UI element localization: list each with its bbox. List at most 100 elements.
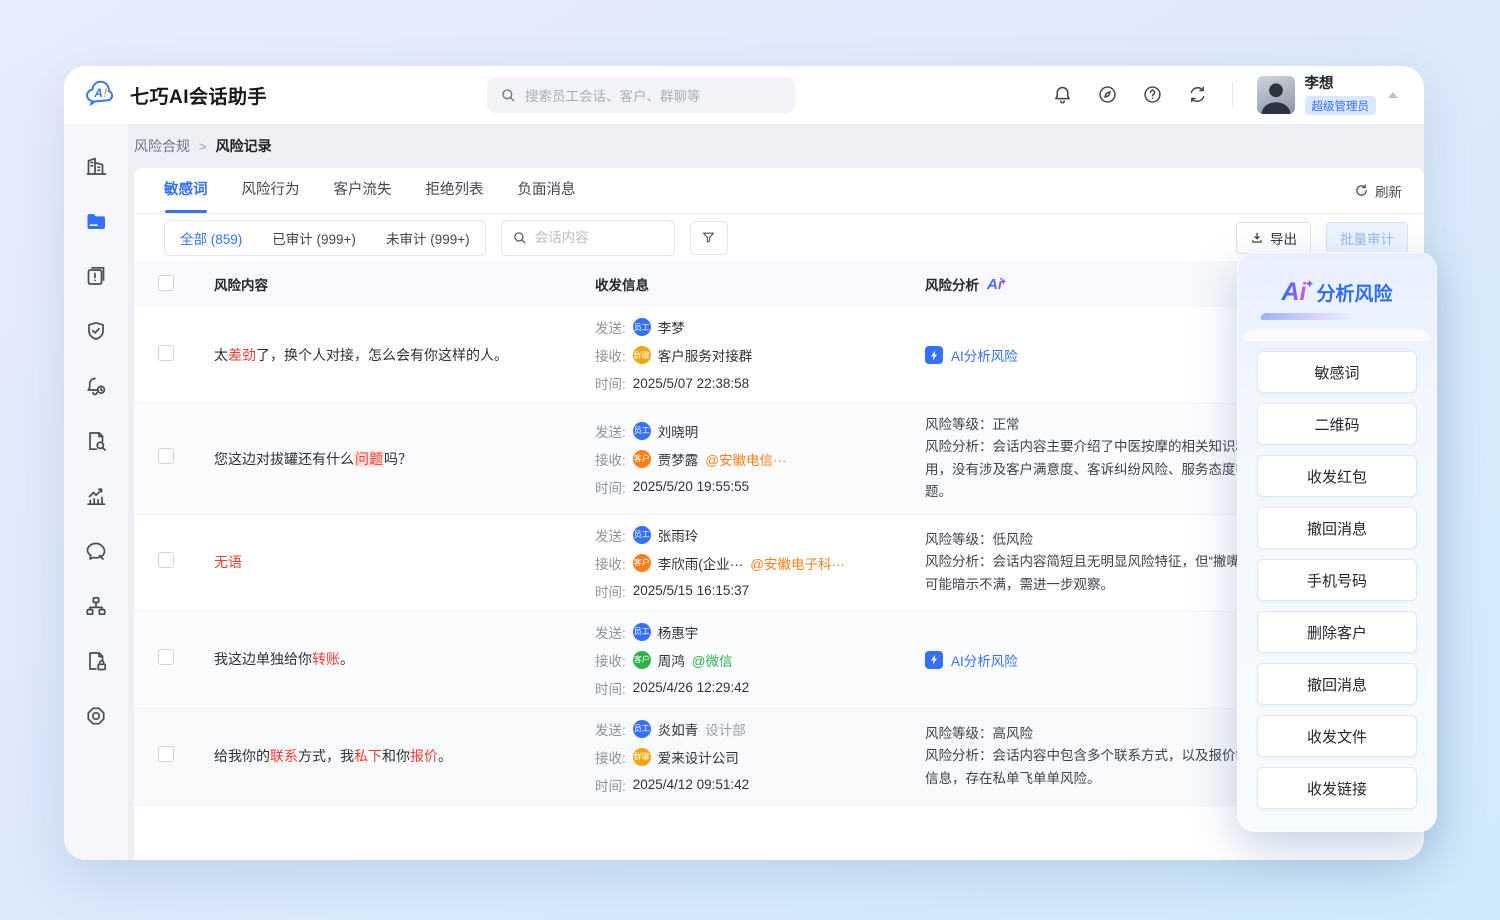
table-row[interactable]: 给我你的联系方式，我私下和你报价。 发送: 员工 炎如青设计部 接收: 群聊 爱… <box>134 709 1424 806</box>
table-row[interactable]: 您这边对拔罐还有什么问题吗？ 发送: 员工 刘晓明 接收: 客户 贾梦露@安徽电… <box>134 404 1424 515</box>
user-menu[interactable]: 李想 超级管理员 <box>1257 75 1399 115</box>
sender-label: 发送: <box>595 622 626 642</box>
time-label: 时间: <box>595 581 626 601</box>
notifications-bell-icon[interactable] <box>1052 84 1073 105</box>
row-checkbox[interactable] <box>158 345 174 361</box>
receiver-extra: @安徽电子科··· <box>750 553 845 573</box>
receiver-label: 接收: <box>595 345 626 365</box>
sidebar-item-security[interactable] <box>84 319 108 343</box>
refresh-button[interactable]: 刷新 <box>1354 181 1402 201</box>
tab-4[interactable]: 负面消息 <box>518 168 576 213</box>
conversation-search-input[interactable] <box>533 229 664 246</box>
header-actions: 李想 超级管理员 <box>1052 75 1399 115</box>
sidebar-item-risk-alerts[interactable] <box>84 264 108 288</box>
employee-badge: 员工 <box>633 422 651 440</box>
table-header: 风险内容 收发信息 风险分析 Ai✦ <box>134 261 1424 307</box>
time-line: 时间:2025/4/12 09:51:42 <box>595 775 925 795</box>
global-search-input[interactable]: 搜索员工会话、客户、群聊等 <box>487 77 795 113</box>
receiver-name: 爱来设计公司 <box>658 747 739 767</box>
risk-content-cell: 太差劲了，换个人对接，怎么会有你这样的人。 <box>214 344 595 366</box>
explore-compass-icon[interactable] <box>1097 84 1118 105</box>
svg-text:A: A <box>93 87 102 100</box>
doc-search-icon <box>84 440 108 457</box>
ai-panel-button-7[interactable]: 收发文件 <box>1257 715 1417 757</box>
export-button[interactable]: 导出 <box>1236 222 1311 254</box>
user-role-badge: 超级管理员 <box>1305 96 1377 115</box>
filter-funnel-button[interactable] <box>690 221 728 255</box>
filter-segment-2[interactable]: 未审计 (999+) <box>371 228 485 248</box>
row-checkbox[interactable] <box>158 649 174 665</box>
sender-name: 杨惠宇 <box>658 622 699 642</box>
sidebar-item-doc-permissions[interactable] <box>84 649 108 673</box>
sidebar-item-conversations[interactable] <box>84 539 108 563</box>
receiver-line: 接收: 客户 李欣雨(企业···@安徽电子科··· <box>595 553 925 573</box>
breadcrumb-separator: > <box>199 139 207 154</box>
sidebar-item-notifications[interactable] <box>84 374 108 398</box>
time-line: 时间:2025/4/26 12:29:42 <box>595 678 925 698</box>
ai-panel-button-8[interactable]: 收发链接 <box>1257 767 1417 809</box>
risk-detail: 风险分析：会话内容主要介绍了中医按摩的相关知识和作用，没有涉及客户满意度、客诉纠… <box>925 436 1277 503</box>
sparkle-icon: ✦ <box>999 277 1007 288</box>
message-info-cell: 发送: 员工 李梦 接收: 群聊 客户服务对接群 时间:2025/5/07 22… <box>595 317 925 393</box>
tab-3[interactable]: 拒绝列表 <box>426 168 484 213</box>
row-checkbox[interactable] <box>158 448 174 464</box>
content-area: 风险合规 > 风险记录 敏感词风险行为客户流失拒绝列表负面消息 刷新 全部 (8… <box>128 124 1424 860</box>
tab-2[interactable]: 客户流失 <box>334 168 392 213</box>
time-label: 时间: <box>595 775 626 795</box>
records-card: 敏感词风险行为客户流失拒绝列表负面消息 刷新 全部 (859)已审计 (999+… <box>134 168 1424 860</box>
batch-audit-button[interactable]: 批量审计 <box>1326 222 1408 254</box>
time-line: 时间:2025/5/07 22:38:58 <box>595 373 925 393</box>
help-icon[interactable] <box>1142 84 1163 105</box>
app-window: A ! 七巧AI会话助手 搜索员工会话、客户、群聊等 <box>64 66 1424 860</box>
tab-0[interactable]: 敏感词 <box>164 168 208 213</box>
ai-panel-button-6[interactable]: 撤回消息 <box>1257 663 1417 705</box>
breadcrumb-parent[interactable]: 风险合规 <box>134 136 190 156</box>
row-checkbox[interactable] <box>158 552 174 568</box>
sidebar-item-analytics[interactable] <box>84 484 108 508</box>
chart-trend-icon <box>84 495 108 512</box>
select-all-checkbox[interactable] <box>158 275 174 291</box>
risk-content-cell: 您这边对拔罐还有什么问题吗？ <box>214 448 595 470</box>
sender-label: 发送: <box>595 421 626 441</box>
ai-panel-button-1[interactable]: 二维码 <box>1257 403 1417 445</box>
sync-switch-icon[interactable] <box>1187 84 1208 105</box>
ai-panel-button-3[interactable]: 撤回消息 <box>1257 507 1417 549</box>
sidebar-item-org-structure[interactable] <box>84 594 108 618</box>
message-time: 2025/5/20 19:55:55 <box>633 479 749 494</box>
message-info-cell: 发送: 员工 张雨玲 接收: 客户 李欣雨(企业···@安徽电子科··· 时间:… <box>595 525 925 601</box>
time-line: 时间:2025/5/15 16:15:37 <box>595 581 925 601</box>
row-checkbox[interactable] <box>158 746 174 762</box>
user-avatar <box>1257 76 1295 114</box>
risk-content-cell: 给我你的联系方式，我私下和你报价。 <box>214 745 595 767</box>
sidebar-item-records[interactable] <box>84 209 108 233</box>
employee-badge: 员工 <box>633 318 651 336</box>
tab-1[interactable]: 风险行为 <box>242 168 300 213</box>
table-row[interactable]: 无语 发送: 员工 张雨玲 接收: 客户 李欣雨(企业···@安徽电子科··· … <box>134 515 1424 612</box>
ai-panel-button-5[interactable]: 删除客户 <box>1257 611 1417 653</box>
column-message-info: 收发信息 <box>595 274 925 294</box>
risk-analysis-text: 风险等级：低风险 风险分析：会话内容简短且无明显风险特征，但“撇嘴”表情可能暗示… <box>925 529 1277 596</box>
conversation-search[interactable] <box>501 220 675 256</box>
search-icon <box>500 87 516 103</box>
sender-name: 刘晓明 <box>658 421 699 441</box>
employee-badge: 员工 <box>633 526 651 544</box>
table-row[interactable]: 我这边单独给你转账。 发送: 员工 杨惠宇 接收: 客户 周鸿@微信 时间:20… <box>134 612 1424 709</box>
risk-detail: 风险分析：会话内容简短且无明显风险特征，但“撇嘴”表情可能暗示不满，需进一步观察… <box>925 551 1277 596</box>
customer-badge: 客户 <box>633 450 651 468</box>
sidebar-item-audit-docs[interactable] <box>84 429 108 453</box>
table-row[interactable]: 太差劲了，换个人对接，怎么会有你这样的人。 发送: 员工 李梦 接收: 群聊 客… <box>134 307 1424 404</box>
ai-panel-button-2[interactable]: 收发红包 <box>1257 455 1417 497</box>
desktop-background: A ! 七巧AI会话助手 搜索员工会话、客户、群聊等 <box>0 0 1500 920</box>
panel-stack-decoration <box>1243 330 1431 341</box>
ai-bolt-icon <box>925 346 943 364</box>
sidebar-item-company[interactable] <box>84 154 108 178</box>
user-name: 李想 <box>1305 76 1334 92</box>
filter-segment-1[interactable]: 已审计 (999+) <box>257 228 371 248</box>
ai-gradient-logo: Ai✦ <box>987 276 1007 293</box>
filter-segment-0[interactable]: 全部 (859) <box>165 228 257 248</box>
column-risk-analysis: 风险分析 <box>925 274 979 294</box>
chevron-up-icon <box>1388 92 1398 98</box>
sidebar-item-settings[interactable] <box>84 704 108 728</box>
ai-panel-button-4[interactable]: 手机号码 <box>1257 559 1417 601</box>
ai-panel-button-0[interactable]: 敏感词 <box>1257 351 1417 393</box>
